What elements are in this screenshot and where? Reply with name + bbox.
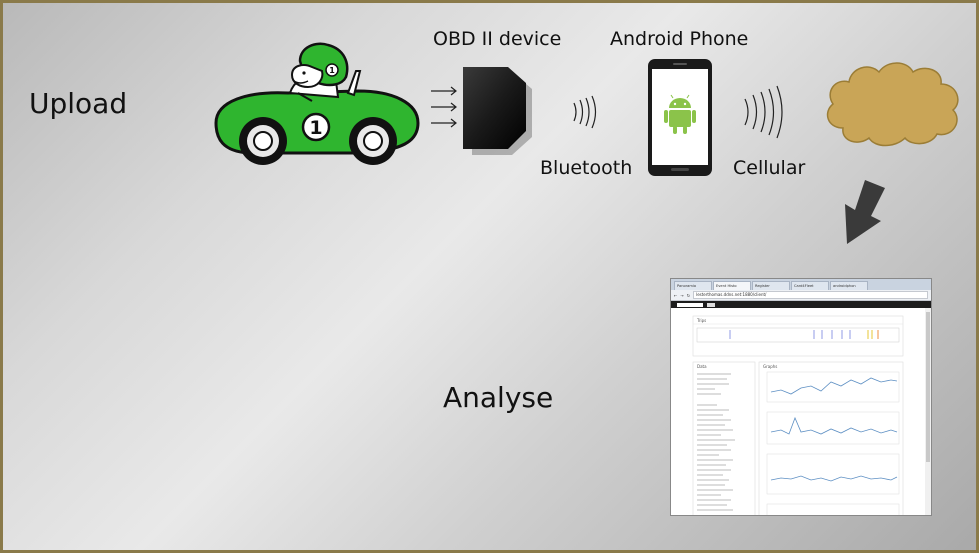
- input-arrows-icon: [431, 86, 457, 128]
- browser-address-bar: ← → ↻ lesterthomas.ddns.net:1880/client/: [671, 290, 931, 301]
- page-navbar: [671, 301, 931, 308]
- bluetooth-signal-icon: [573, 95, 597, 129]
- nav-button[interactable]: [707, 302, 715, 307]
- dashboard-content: Trips Data Graphs: [692, 308, 931, 515]
- svg-text:1: 1: [329, 66, 335, 75]
- download-arrow-icon: [845, 180, 885, 244]
- browser-tab[interactable]: Register: [752, 281, 790, 290]
- browser-tab-bar: Panoramio Event Histo Register Card4Flee…: [671, 279, 931, 290]
- scrollbar-thumb[interactable]: [926, 312, 930, 462]
- browser-tab[interactable]: Panoramio: [674, 281, 712, 290]
- graphs-heading: Graphs: [763, 364, 777, 369]
- android-phone-label: Android Phone: [610, 28, 749, 50]
- trips-heading: Trips: [696, 318, 706, 323]
- browser-screenshot: Panoramio Event Histo Register Card4Flee…: [670, 278, 932, 516]
- android-phone-icon: [648, 59, 712, 176]
- cloud-icon: [826, 62, 959, 147]
- obd-device-label: OBD II device: [433, 28, 562, 50]
- obd-device-icon: [463, 67, 532, 155]
- analyse-label: Analyse: [443, 381, 554, 414]
- bluetooth-label: Bluetooth: [540, 157, 633, 179]
- car-number: 1: [309, 117, 322, 139]
- cellular-signal-icon: [744, 85, 783, 139]
- browser-tab[interactable]: Card4Fleet: [791, 281, 829, 290]
- nav-input[interactable]: [677, 302, 703, 307]
- url-field[interactable]: lesterthomas.ddns.net:1880/client/: [693, 291, 928, 299]
- upload-label: Upload: [29, 87, 128, 120]
- forward-icon[interactable]: →: [680, 293, 683, 298]
- browser-tab[interactable]: androidphon: [830, 281, 868, 290]
- reload-icon[interactable]: ↻: [687, 293, 690, 298]
- slide: Upload OBD II device Android Phone Bluet…: [0, 0, 979, 553]
- race-car-icon: 1 1: [214, 42, 420, 165]
- cellular-label: Cellular: [733, 157, 806, 179]
- browser-tab[interactable]: Event Histo: [713, 281, 751, 290]
- data-heading: Data: [697, 364, 707, 369]
- back-icon[interactable]: ←: [674, 293, 677, 298]
